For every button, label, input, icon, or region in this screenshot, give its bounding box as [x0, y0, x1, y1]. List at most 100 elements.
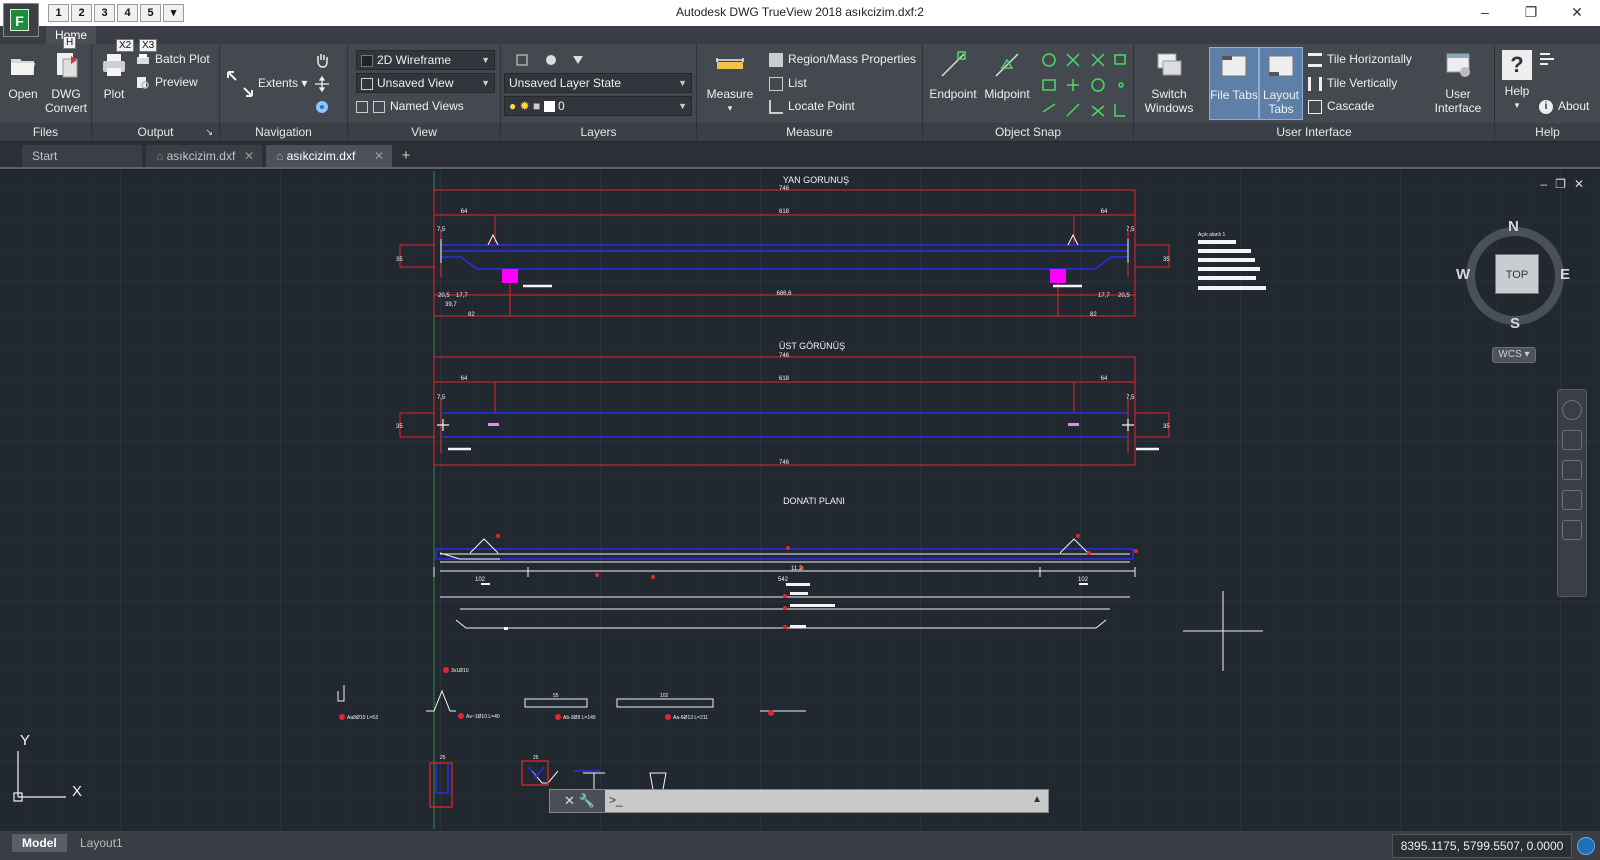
- midpoint-snap-button[interactable]: Midpoint: [981, 50, 1033, 101]
- new-tab-button[interactable]: +: [397, 147, 415, 165]
- drawing-svg[interactable]: YAN GORUNUŞ 746 618 64 64 7,5 7,5 686,6 …: [0, 171, 1600, 829]
- nav-bar-options-icon[interactable]: [1562, 550, 1582, 560]
- list-button[interactable]: List: [769, 73, 807, 93]
- dim-left-top: 64: [461, 376, 468, 382]
- batch-plot-button[interactable]: Batch Plot: [136, 49, 210, 69]
- switch-windows-button[interactable]: Switch Windows: [1142, 50, 1196, 115]
- viewport-minimize-button[interactable]: –: [1540, 177, 1547, 191]
- command-prompt-icon[interactable]: >_: [609, 793, 623, 807]
- panel-navigation: Extents ▾ Navigation: [220, 44, 348, 141]
- tile-horizontally-button[interactable]: Tile Horizontally: [1308, 49, 1412, 69]
- layer-dropdown[interactable]: ● ✹ ■ 0 ▼: [504, 96, 692, 116]
- orbit-nav-icon[interactable]: [1562, 490, 1582, 510]
- document-tab-bar: Start ⌂ asıkcizim.dxf ✕ ⌂ asıkcizim.dxf ✕ …: [0, 142, 1600, 169]
- pan-icon[interactable]: [314, 52, 330, 68]
- command-close-icon[interactable]: ✕: [564, 793, 575, 808]
- endpoint-snap-button[interactable]: Endpoint: [927, 50, 979, 101]
- preview-button[interactable]: Preview: [136, 72, 198, 92]
- dim-bottom-side: 686,6: [776, 291, 792, 297]
- close-tab-icon[interactable]: ✕: [244, 145, 254, 167]
- tile-vertically-button[interactable]: Tile Vertically: [1308, 73, 1397, 93]
- file-tabs-toggle[interactable]: File Tabs: [1209, 47, 1259, 120]
- panel-files: Open DWG Convert Files: [0, 44, 92, 141]
- close-button[interactable]: ✕: [1554, 0, 1600, 26]
- close-tab-icon[interactable]: ✕: [374, 145, 384, 167]
- region-mass-button[interactable]: Region/Mass Properties: [769, 49, 916, 69]
- locate-point-button[interactable]: Locate Point: [769, 96, 855, 116]
- cascade-button[interactable]: Cascade: [1308, 96, 1374, 116]
- restore-button[interactable]: ❐: [1508, 0, 1554, 26]
- dim-mid-side: 618: [779, 209, 790, 215]
- saved-view-value: Unsaved View: [377, 76, 454, 90]
- named-views-button[interactable]: Named Views: [356, 96, 464, 116]
- dialog-launcher-icon[interactable]: ↘: [205, 123, 213, 141]
- panel-user-interface: Switch Windows File Tabs Layout Tabs Til…: [1134, 44, 1495, 141]
- visual-style-dropdown[interactable]: 2D Wireframe ▼: [356, 50, 495, 70]
- layout-tabs-toggle[interactable]: Layout Tabs: [1259, 47, 1303, 120]
- bar-dim-55: 55: [553, 693, 559, 699]
- help-label: Help: [1504, 84, 1530, 98]
- view-cube[interactable]: TOP N S E W: [1456, 218, 1570, 332]
- pan-nav-icon[interactable]: [1562, 430, 1582, 450]
- plot-button[interactable]: Plot: [96, 50, 132, 101]
- open-button[interactable]: Open: [4, 50, 42, 101]
- dim-35-top-right: 35: [1163, 424, 1170, 430]
- wcs-menu-button[interactable]: WCS ▾: [1492, 347, 1536, 363]
- help-menu-icon[interactable]: [1539, 52, 1555, 66]
- command-line[interactable]: ✕ 🔧 >_ ▲: [549, 789, 1049, 813]
- viewport-close-button[interactable]: ✕: [1574, 177, 1584, 191]
- dim-total-top-bottom: 746: [779, 460, 790, 466]
- sun-icon: ✹: [519, 99, 530, 113]
- tab-document-2[interactable]: ⌂ asıkcizim.dxf ✕: [266, 145, 392, 167]
- tab-layout1[interactable]: Layout1: [70, 834, 133, 852]
- panel-title-measure: Measure: [697, 123, 922, 141]
- viewport-restore-button[interactable]: ❐: [1555, 177, 1566, 191]
- tab-document-1[interactable]: ⌂ asıkcizim.dxf ✕: [146, 145, 262, 167]
- drawing-canvas[interactable]: YAN GORUNUŞ 746 618 64 64 7,5 7,5 686,6 …: [0, 171, 1600, 829]
- layer-tools-icons[interactable]: [515, 52, 587, 68]
- showmotion-nav-icon[interactable]: [1562, 520, 1582, 540]
- help-dropdown-icon[interactable]: ▾: [1499, 98, 1535, 112]
- help-button[interactable]: ? Help ▾: [1499, 50, 1535, 112]
- steering-wheel-icon[interactable]: [314, 99, 330, 115]
- steering-wheel-nav-icon[interactable]: [1562, 400, 1582, 420]
- compass-north[interactable]: N: [1508, 218, 1519, 235]
- saved-view-dropdown[interactable]: Unsaved View ▼: [356, 73, 495, 93]
- zoom-nav-icon[interactable]: [1562, 460, 1582, 480]
- command-line-controls: ✕ 🔧: [550, 790, 605, 812]
- command-history-icon[interactable]: ▲: [1032, 794, 1042, 805]
- lock-small-icon: ⌂: [156, 149, 164, 163]
- tab-start-label: Start: [32, 149, 58, 163]
- user-interface-button[interactable]: User Interface: [1428, 50, 1488, 115]
- compass-west[interactable]: W: [1456, 266, 1470, 283]
- minimize-button[interactable]: –: [1462, 0, 1508, 26]
- view-cube-top-face[interactable]: TOP: [1495, 254, 1539, 294]
- panel-title-files: Files: [0, 123, 91, 141]
- compass-east[interactable]: E: [1560, 266, 1570, 283]
- wireframe-icon: [361, 54, 373, 67]
- dwg-convert-button[interactable]: DWG Convert: [44, 50, 88, 115]
- measure-dropdown-icon[interactable]: ▾: [701, 101, 759, 115]
- dim-205-right: 20,5: [1118, 293, 1130, 299]
- about-button[interactable]: i About: [1539, 96, 1589, 116]
- snap-modes-grid-icon[interactable]: [1039, 50, 1129, 122]
- orbit-icon[interactable]: [314, 76, 330, 92]
- command-settings-icon[interactable]: 🔧: [579, 793, 595, 808]
- measure-button[interactable]: Measure ▾: [701, 50, 759, 115]
- coordinate-readout[interactable]: 8395.1175, 5799.5507, 0.0000: [1392, 834, 1572, 858]
- lock-icon: ■: [533, 99, 541, 113]
- tab-model[interactable]: Model: [12, 834, 67, 852]
- customization-icon[interactable]: [1577, 837, 1595, 855]
- compass-south[interactable]: S: [1510, 315, 1520, 332]
- extents-button[interactable]: Extents ▾: [258, 73, 307, 93]
- dim-right-side: 64: [1101, 209, 1108, 215]
- dim-397: 39,7: [445, 302, 457, 308]
- tab-start[interactable]: Start: [22, 145, 142, 167]
- layer-state-dropdown[interactable]: Unsaved Layer State ▼: [504, 73, 692, 93]
- layout-tabs-icon: [1268, 55, 1294, 77]
- midpoint-label: Midpoint: [984, 87, 1030, 101]
- application-menu-button[interactable]: F: [3, 3, 39, 37]
- region-mass-label: Region/Mass Properties: [788, 52, 917, 66]
- plot-label: Plot: [103, 87, 125, 101]
- dim-75-left: 7,5: [437, 227, 446, 233]
